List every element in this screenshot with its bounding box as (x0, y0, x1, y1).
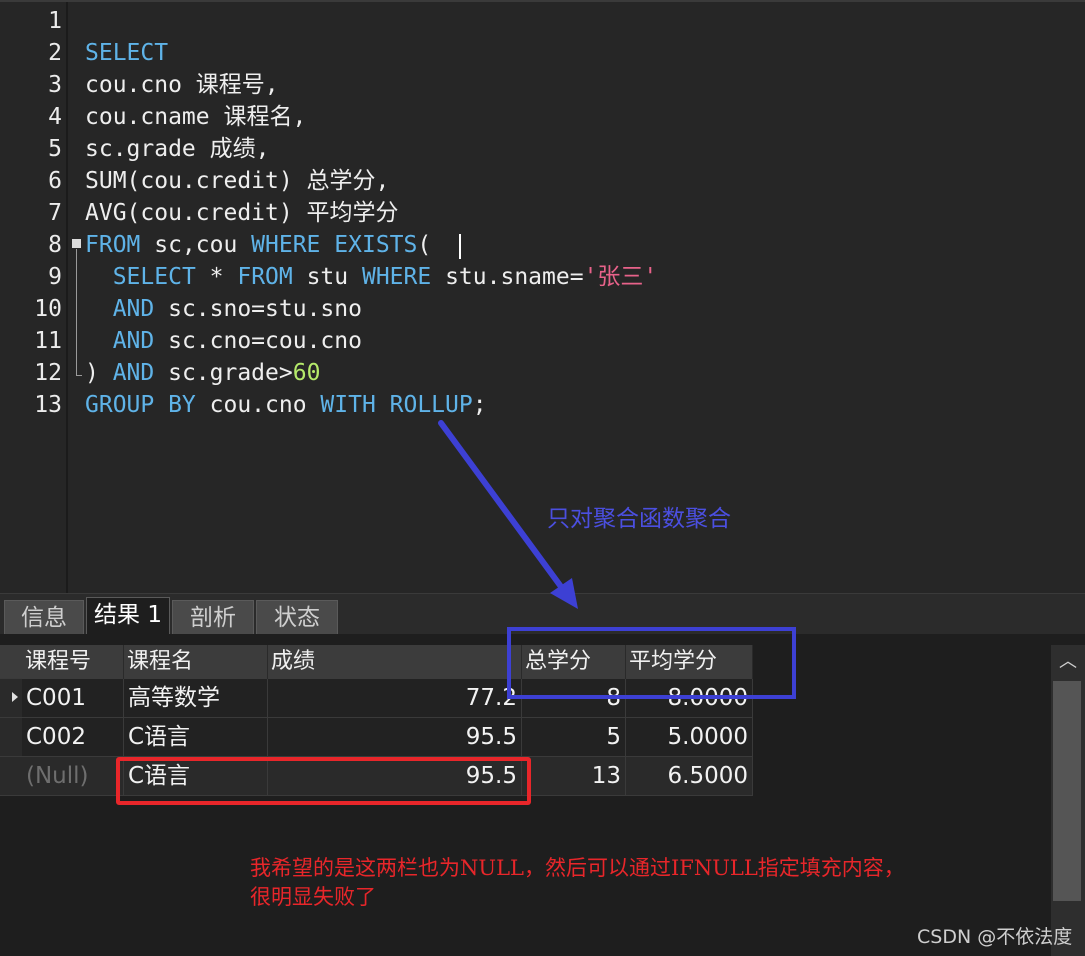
fold-guide (76, 249, 77, 376)
sql-text: cou.cno (195, 392, 321, 418)
table-cell-null[interactable]: (Null) (22, 757, 124, 796)
highlight-box-aggregates (507, 627, 796, 699)
code-line[interactable]: GROUP BY cou.cno WITH ROLLUP; (85, 389, 487, 421)
code-line[interactable]: AND sc.cno=cou.cno (85, 325, 362, 357)
annotation-red-line: 很明显失败了 (250, 885, 376, 909)
sql-text: sc.sno=stu.sno (154, 296, 362, 322)
tab-result-1[interactable]: 结果 1 (86, 597, 170, 635)
grid-corner (0, 645, 22, 679)
sql-text: SUM(cou.credit) 总学分, (85, 168, 390, 194)
table-cell[interactable]: 5.0000 (626, 718, 753, 757)
sql-text: ; (472, 392, 487, 418)
table-cell[interactable]: 13 (522, 757, 626, 796)
annotation-red-note: 我希望的是这两栏也为NULL，然后可以通过IFNULL指定填充内容， 很明显失败… (250, 854, 905, 912)
sql-editor[interactable]: 1 2 3 4 5 6 7 8 9 10 11 12 13 SELECT cou.… (0, 0, 1085, 593)
code-line[interactable]: FROM sc,cou WHERE EXISTS( (85, 229, 431, 261)
line-number: 6 (48, 168, 62, 194)
line-number: 9 (48, 264, 62, 290)
table-cell[interactable]: 高等数学 (124, 679, 268, 718)
sql-keyword: FROM (85, 232, 141, 258)
sql-keyword: WHERE (361, 264, 432, 290)
table-cell[interactable]: 77.2 (268, 679, 522, 718)
sql-keyword: GROUP BY (85, 392, 196, 418)
watermark: CSDN @不依法度 (917, 926, 1073, 948)
current-row-icon (12, 692, 18, 702)
code-line[interactable]: cou.cname 课程名, (85, 101, 306, 133)
line-number: 2 (48, 40, 62, 66)
sql-keyword: WHERE (251, 232, 321, 258)
line-number: 5 (48, 136, 62, 162)
line-number: 1 (48, 8, 62, 34)
line-number: 11 (34, 328, 62, 354)
sql-keyword: WITH ROLLUP (320, 392, 473, 418)
table-cell[interactable]: 95.5 (268, 718, 522, 757)
sql-string: '张三' (583, 264, 658, 290)
tab-profile[interactable]: 剖析 (172, 600, 254, 635)
code-line[interactable]: AND sc.sno=stu.sno (85, 293, 362, 325)
column-header[interactable]: 成绩 (268, 645, 522, 679)
tab-status[interactable]: 状态 (256, 600, 338, 635)
sql-number: 60 (292, 360, 321, 386)
text-caret (459, 234, 461, 259)
code-line[interactable]: ) AND sc.grade>60 (85, 357, 320, 389)
code-line[interactable]: SELECT (85, 37, 168, 69)
code-line[interactable]: SUM(cou.credit) 总学分, (85, 165, 389, 197)
sql-text: * (195, 264, 238, 290)
code-line[interactable]: SELECT * FROM stu WHERE stu.sname='张三' (85, 261, 658, 293)
sql-keyword: AND (112, 360, 155, 386)
sql-text: sc.cno=cou.cno (154, 328, 362, 354)
column-header[interactable]: 课程名 (124, 645, 268, 679)
table-cell[interactable]: 6.5000 (626, 757, 753, 796)
code-line[interactable]: cou.cno 课程号, (85, 69, 279, 101)
line-number: 10 (34, 296, 62, 322)
sql-text: sc.grade 成绩, (85, 136, 270, 162)
vertical-scrollbar[interactable]: ︿ (1051, 645, 1085, 956)
sql-text: ) (85, 360, 113, 386)
sql-keyword: EXISTS (334, 232, 418, 258)
sql-keyword: SELECT (85, 40, 169, 66)
sql-text: sc,cou (140, 232, 252, 258)
fold-collapse-icon[interactable] (72, 239, 81, 248)
line-number: 8 (48, 232, 62, 258)
code-line[interactable]: sc.grade 成绩, (85, 133, 269, 165)
sql-keyword: AND (112, 296, 155, 322)
sql-text: AVG(cou.credit) 平均学分 (85, 200, 399, 226)
scrollbar-thumb[interactable] (1053, 681, 1081, 901)
sql-keyword: AND (112, 328, 155, 354)
row-header[interactable] (0, 757, 22, 796)
sql-text: cou.cno 课程号, (85, 72, 279, 98)
sql-text: ( (417, 232, 432, 258)
scroll-up-icon[interactable]: ︿ (1051, 645, 1085, 679)
code-line[interactable]: AVG(cou.credit) 平均学分 (85, 197, 399, 229)
row-header[interactable] (0, 718, 22, 757)
table-cell[interactable]: C001 (22, 679, 124, 718)
sql-text: stu (292, 264, 362, 290)
table-cell[interactable]: C语言 (124, 718, 268, 757)
line-number: 12 (34, 360, 62, 386)
fold-guide-end (76, 375, 82, 376)
line-number: 13 (34, 392, 62, 418)
line-number: 4 (48, 104, 62, 130)
annotation-blue-note: 只对聚合函数聚合 (547, 506, 731, 532)
row-header[interactable] (0, 679, 22, 718)
sql-text: stu.sname= (431, 264, 584, 290)
sql-text: sc.grade> (154, 360, 293, 386)
line-number-gutter: 1 2 3 4 5 6 7 8 9 10 11 12 13 (0, 2, 68, 593)
tab-info[interactable]: 信息 (4, 600, 84, 635)
table-cell[interactable]: 5 (522, 718, 626, 757)
sql-text: cou.cname 课程名, (85, 104, 307, 130)
sql-keyword: SELECT (112, 264, 196, 290)
annotation-red-line: 我希望的是这两栏也为NULL，然后可以通过IFNULL指定填充内容， (250, 856, 905, 880)
column-header[interactable]: 课程号 (22, 645, 124, 679)
highlight-box-rollup-row (116, 757, 531, 805)
line-number: 7 (48, 200, 62, 226)
table-cell[interactable]: C002 (22, 718, 124, 757)
sql-keyword: FROM (237, 264, 293, 290)
line-number: 3 (48, 72, 62, 98)
